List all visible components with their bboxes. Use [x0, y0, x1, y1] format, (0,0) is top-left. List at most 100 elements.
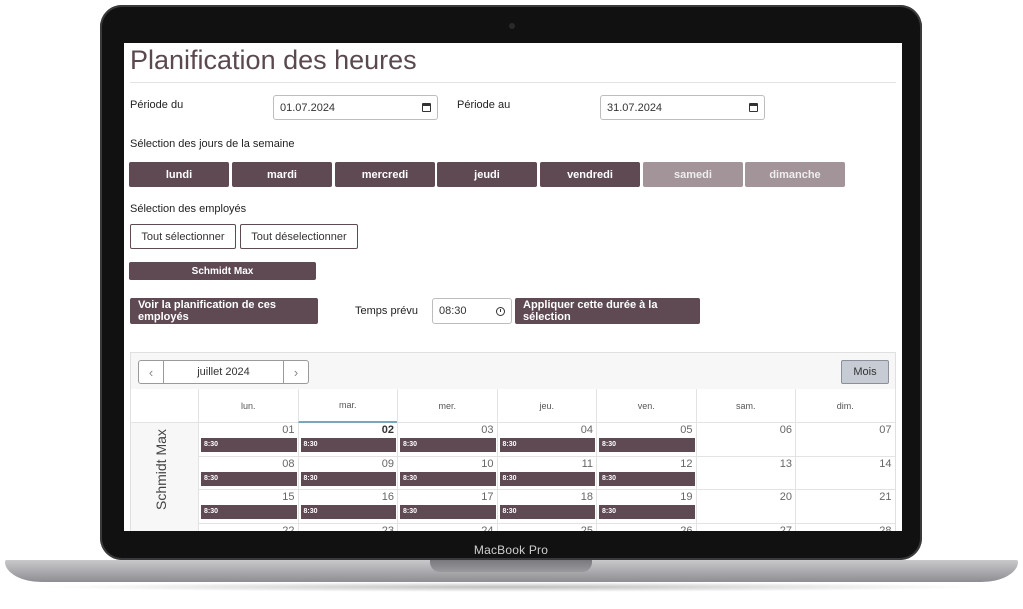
weekday-button-mercredi[interactable]: mercredi: [335, 162, 435, 187]
day-cell[interactable]: 05 8:30: [596, 423, 696, 457]
day-number: 11: [581, 457, 593, 470]
employee-name: Schmidt Max: [153, 429, 169, 510]
day-number: 08: [282, 457, 295, 470]
planned-time-event[interactable]: 8:30: [201, 438, 297, 452]
view-planning-button[interactable]: Voir la planification de ces employés: [130, 298, 318, 324]
day-cell[interactable]: 25: [496, 523, 596, 531]
day-number: 04: [580, 424, 593, 436]
clock-icon[interactable]: [496, 306, 505, 316]
employee-column-header: [131, 389, 198, 423]
time-value: 08:30: [439, 305, 467, 317]
day-number: 03: [481, 424, 494, 436]
day-cell[interactable]: 07: [795, 423, 895, 457]
day-cell[interactable]: 28: [795, 523, 895, 531]
period-from-value: 01.07.2024: [280, 101, 336, 114]
employee-chip[interactable]: Schmidt Max: [129, 262, 316, 280]
select-all-button[interactable]: Tout sélectionner: [130, 224, 236, 249]
day-cell[interactable]: 08 8:30: [198, 456, 298, 490]
screen-bezel-bottom: MacBook Pro: [100, 531, 922, 563]
period-to-input[interactable]: 31.07.2024: [600, 95, 765, 120]
chevron-left-icon[interactable]: ‹: [139, 361, 163, 383]
day-cell[interactable]: 16 8:30: [297, 490, 397, 524]
weekday-button-vendredi[interactable]: vendredi: [540, 162, 640, 187]
planned-time-event[interactable]: 8:30: [201, 471, 297, 486]
deselect-all-button[interactable]: Tout déselectionner: [240, 224, 358, 249]
day-number: 17: [481, 491, 494, 503]
day-number: 14: [879, 457, 892, 470]
day-cell[interactable]: 24: [397, 523, 497, 531]
period-to-value: 31.07.2024: [607, 101, 663, 114]
day-number: 07: [879, 424, 892, 436]
calendar-toolbar: ‹ juillet 2024 › Mois: [131, 353, 895, 389]
day-cell[interactable]: 18 8:30: [496, 490, 596, 524]
day-number: 02: [381, 424, 394, 436]
day-cell[interactable]: 19 8:30: [596, 490, 696, 524]
day-number: 16: [381, 491, 394, 503]
time-label: Temps prévu: [355, 305, 418, 317]
weekday-button-lundi[interactable]: lundi: [129, 162, 229, 187]
day-header: ven.: [596, 389, 696, 423]
day-cell[interactable]: 12 8:30: [596, 456, 696, 490]
period-to-label: Période au: [457, 99, 511, 111]
day-number: 15: [282, 491, 295, 503]
day-number: 05: [680, 424, 693, 436]
planned-time-event[interactable]: 8:30: [599, 505, 695, 519]
title-divider: [130, 82, 896, 83]
planned-time-event[interactable]: 8:30: [499, 471, 595, 486]
day-number: 19: [680, 491, 693, 503]
planned-time-event[interactable]: 8:30: [400, 471, 496, 486]
month-view-button[interactable]: Mois: [841, 360, 889, 384]
day-cell[interactable]: 17 8:30: [397, 490, 497, 524]
day-cell[interactable]: 26: [596, 523, 696, 531]
day-cell[interactable]: 11 8:30: [496, 456, 596, 490]
weekday-button-jeudi[interactable]: jeudi: [437, 162, 537, 187]
day-cell[interactable]: 02 8:30: [297, 423, 397, 457]
month-navigator: ‹ juillet 2024 ›: [138, 360, 309, 384]
planned-time-event[interactable]: 8:30: [400, 438, 496, 452]
day-cell[interactable]: 10 8:30: [397, 456, 497, 490]
weekday-button-samedi[interactable]: samedi: [643, 162, 743, 187]
apply-duration-button[interactable]: Appliquer cette durée à la sélection: [515, 298, 700, 324]
time-input[interactable]: 08:30: [432, 298, 512, 324]
weekdays-label: Sélection des jours de la semaine: [130, 138, 295, 150]
weekday-button-dimanche[interactable]: dimanche: [745, 162, 845, 187]
month-calendar: ‹ juillet 2024 › Mois Schmidt Max lun. ma…: [130, 352, 896, 531]
planned-time-event[interactable]: 8:30: [400, 505, 496, 519]
day-header: sam.: [695, 389, 795, 423]
day-cell[interactable]: 15 8:30: [198, 490, 298, 524]
day-cell[interactable]: 03 8:30: [397, 423, 497, 457]
period-from-label: Période du: [130, 99, 184, 111]
day-cell[interactable]: 21: [795, 490, 895, 524]
calendar-grid: Schmidt Max lun. mar. mer. jeu. ven. sam. dim.…: [131, 389, 895, 531]
planned-time-event[interactable]: 8:30: [300, 438, 396, 452]
chevron-right-icon[interactable]: ›: [284, 361, 308, 383]
planned-time-event[interactable]: 8:30: [300, 471, 396, 486]
planned-time-event[interactable]: 8:30: [499, 438, 595, 452]
planned-time-event[interactable]: 8:30: [599, 471, 695, 486]
day-number: 18: [580, 491, 593, 503]
day-cell[interactable]: 22: [198, 523, 298, 531]
day-cell[interactable]: 06: [695, 423, 795, 457]
calendar-icon[interactable]: [422, 103, 431, 112]
day-cell[interactable]: 14: [795, 456, 895, 490]
planned-time-event[interactable]: 8:30: [499, 505, 595, 519]
employees-label: Sélection des employés: [130, 203, 247, 215]
calendar-icon[interactable]: [749, 103, 758, 112]
laptop-shadow: [40, 582, 983, 592]
day-cell[interactable]: 20: [695, 490, 795, 524]
page-title: Planification des heures: [130, 45, 417, 75]
day-cell[interactable]: 09 8:30: [297, 456, 397, 490]
day-cell[interactable]: 13: [695, 456, 795, 490]
day-cell[interactable]: 01 8:30: [198, 423, 298, 457]
planned-time-event[interactable]: 8:30: [201, 505, 297, 519]
planned-time-event[interactable]: 8:30: [300, 505, 396, 519]
day-cell[interactable]: 23: [297, 523, 397, 531]
app-screen: Planification des heures Période du 01.0…: [124, 43, 902, 531]
period-from-input[interactable]: 01.07.2024: [273, 95, 438, 120]
planned-time-event[interactable]: 8:30: [599, 438, 695, 452]
camera-icon: [509, 23, 515, 29]
weekday-button-mardi[interactable]: mardi: [232, 162, 332, 187]
day-cell[interactable]: 04 8:30: [496, 423, 596, 457]
day-cell[interactable]: 27: [695, 523, 795, 531]
month-label[interactable]: juillet 2024: [163, 361, 284, 383]
